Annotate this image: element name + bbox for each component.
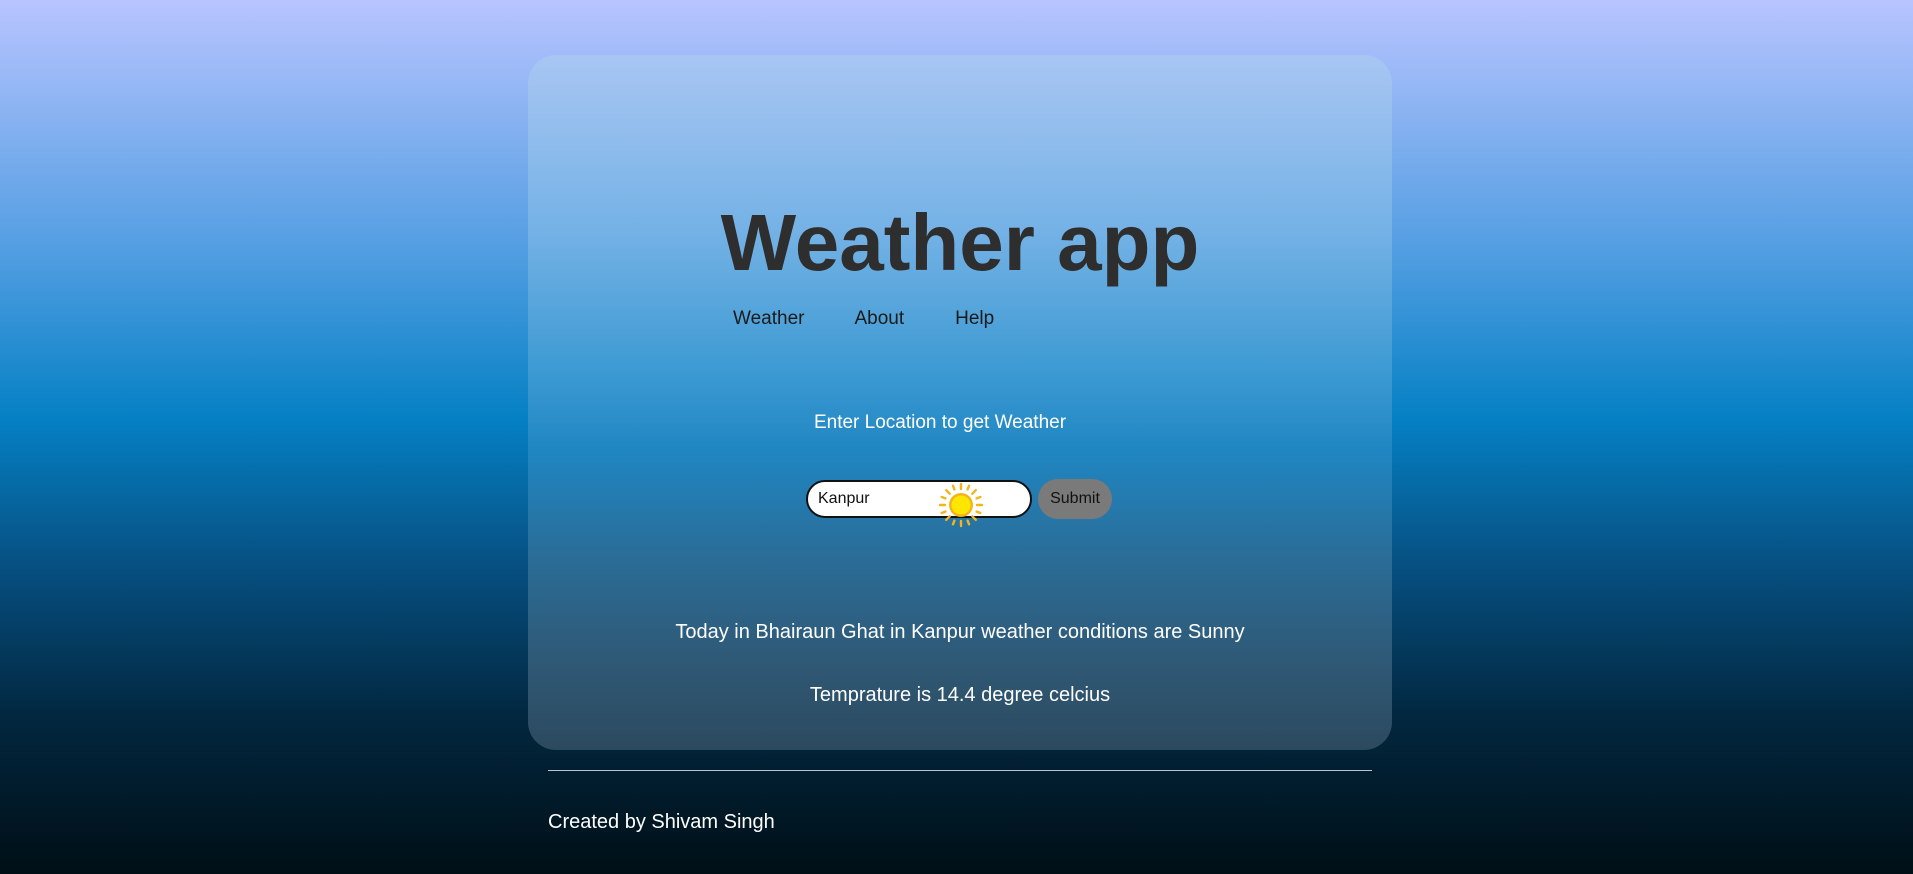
footer-divider — [548, 770, 1372, 771]
weather-card: Weather app Weather About Help Enter Loc… — [528, 55, 1392, 750]
nav-bar: Weather About Help — [733, 307, 994, 331]
nav-item-weather[interactable]: Weather — [733, 307, 804, 331]
forecast-text: Today in Bhairaun Ghat in Kanpur weather… — [675, 621, 1245, 643]
location-input[interactable] — [806, 480, 1032, 518]
nav-item-about[interactable]: About — [854, 307, 904, 331]
nav-item-help[interactable]: Help — [955, 307, 994, 331]
temperature-text: Temprature is 14.4 degree celcius — [809, 684, 1111, 706]
submit-button[interactable]: Submit — [1038, 479, 1112, 519]
location-prompt: Enter Location to get Weather — [813, 412, 1067, 433]
footer-credit: Created by Shivam Singh — [548, 811, 775, 833]
page-title: Weather app — [720, 198, 1200, 287]
sun-icon — [938, 482, 984, 528]
